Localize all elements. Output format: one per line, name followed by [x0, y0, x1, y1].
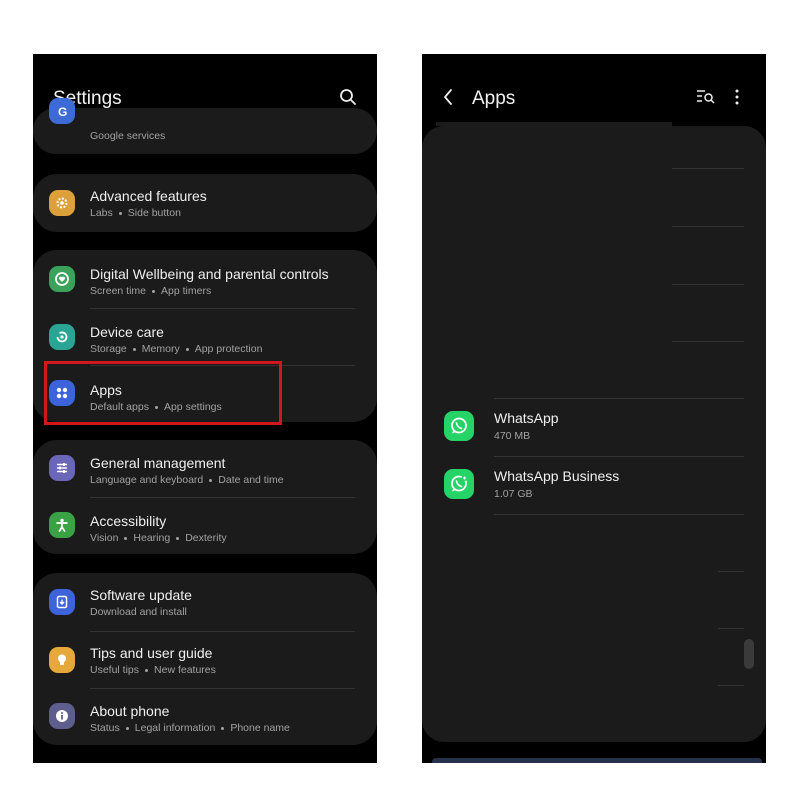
divider: [718, 571, 744, 572]
app-size: 1.07 GB: [494, 488, 533, 500]
settings-item-subtitle: Language and keyboard Date and time: [90, 474, 284, 486]
back-chevron-icon[interactable]: [442, 88, 454, 106]
search-icon[interactable]: [339, 88, 357, 106]
refresh-circle-icon: [49, 324, 75, 350]
settings-item-subtitle: Download and install: [90, 606, 187, 618]
settings-item-title: About phone: [90, 703, 170, 719]
settings-item-accessibility[interactable]: Accessibility Vision Hearing Dexterity: [33, 497, 377, 554]
apps-list-panel: WhatsApp 470 MB WhatsApp Business 1.07 G…: [422, 126, 766, 742]
gear-star-icon: [49, 190, 75, 216]
settings-item-digital-wellbeing[interactable]: Digital Wellbeing and parental controls …: [33, 250, 377, 308]
settings-item-advanced-features[interactable]: Advanced features Labs Side button: [33, 174, 377, 232]
whatsapp-icon: [444, 411, 474, 441]
google-icon: G: [49, 98, 75, 124]
settings-item-device-care[interactable]: Device care Storage Memory App protection: [33, 308, 377, 365]
settings-item-subtitle: Labs Side button: [90, 207, 181, 219]
settings-item-title: Software update: [90, 587, 192, 603]
settings-item-subtitle: Status Legal information Phone name: [90, 722, 290, 734]
settings-item-subtitle: Screen time App timers: [90, 285, 212, 297]
settings-item-subtitle: Google services: [90, 130, 166, 142]
divider: [672, 284, 744, 285]
settings-item-subtitle: Useful tips New features: [90, 664, 216, 676]
app-name: WhatsApp: [494, 410, 559, 426]
settings-item-subtitle: Storage Memory App protection: [90, 343, 263, 355]
heart-circle-icon: [49, 266, 75, 292]
page-title: Apps: [472, 88, 516, 109]
apps-screen: Apps WhatsApp 470 MB WhatsApp Business 1…: [422, 54, 766, 763]
settings-item-subtitle: Vision Hearing Dexterity: [90, 532, 227, 544]
filter-search-icon[interactable]: [696, 89, 716, 105]
app-item-whatsapp-business[interactable]: WhatsApp Business 1.07 GB: [422, 456, 766, 514]
app-item-whatsapp[interactable]: WhatsApp 470 MB: [422, 398, 766, 456]
sliders-icon: [49, 455, 75, 481]
settings-item-title: Tips and user guide: [90, 645, 213, 661]
app-name: WhatsApp Business: [494, 468, 620, 484]
settings-card-advanced: Advanced features Labs Side button: [33, 174, 377, 232]
settings-item-title: Digital Wellbeing and parental controls: [90, 266, 329, 282]
person-icon: [49, 512, 75, 538]
scrollbar[interactable]: [744, 639, 754, 669]
settings-item-title: Advanced features: [90, 188, 207, 204]
settings-item-google[interactable]: G Google services: [33, 98, 377, 154]
highlight-box: [44, 361, 282, 425]
whatsapp-business-icon: [444, 469, 474, 499]
divider: [494, 514, 744, 515]
more-vert-icon[interactable]: [734, 89, 740, 105]
settings-item-tips[interactable]: Tips and user guide Useful tips New featu…: [33, 631, 377, 688]
lightbulb-icon: [49, 647, 75, 673]
settings-item-about-phone[interactable]: About phone Status Legal information Phone…: [33, 688, 377, 745]
divider: [718, 685, 744, 686]
divider: [672, 226, 744, 227]
settings-item-general-management[interactable]: General management Language and keyboard…: [33, 440, 377, 497]
info-icon: [49, 703, 75, 729]
settings-card-google: G Google services: [33, 98, 377, 154]
settings-item-title: Accessibility: [90, 513, 167, 529]
settings-card-about: Software update Download and install Tip…: [33, 573, 377, 745]
svg-text:G: G: [58, 105, 67, 118]
settings-card-management: General management Language and keyboard…: [33, 440, 377, 554]
settings-item-software-update[interactable]: Software update Download and install: [33, 573, 377, 631]
divider: [672, 168, 744, 169]
divider: [672, 341, 744, 342]
divider: [718, 628, 744, 629]
settings-item-title: Device care: [90, 324, 164, 340]
app-size: 470 MB: [494, 430, 531, 442]
settings-item-title: General management: [90, 455, 226, 471]
bottom-bar: [432, 758, 762, 763]
update-icon: [49, 589, 75, 615]
